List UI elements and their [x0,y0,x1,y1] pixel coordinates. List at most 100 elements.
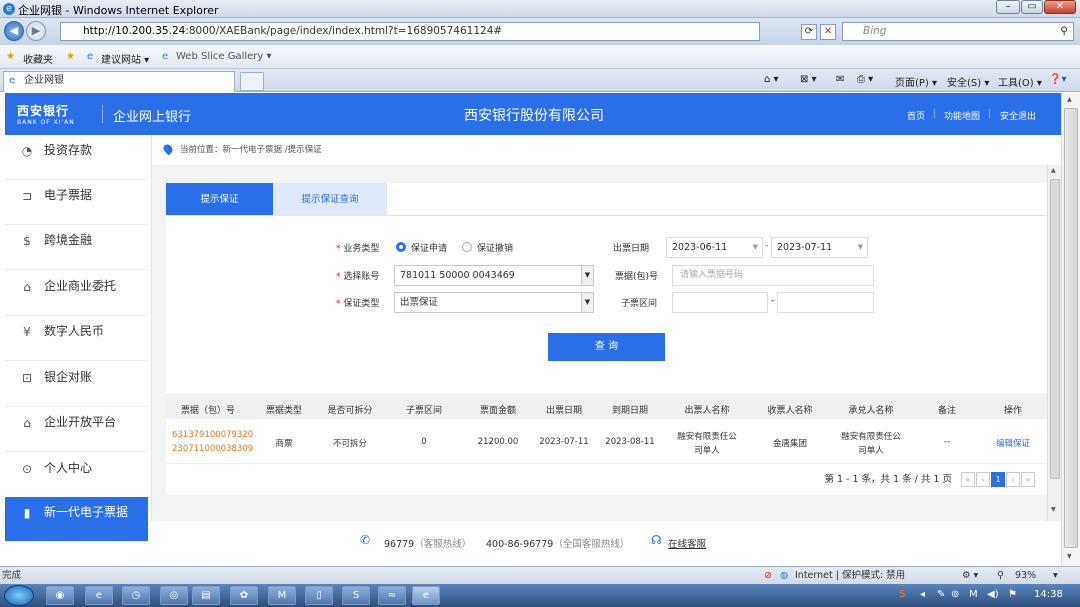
logout-link[interactable]: 安全退出 [1000,109,1036,122]
clock-icon: ◔ [21,144,33,158]
account-select[interactable]: 781011 50000 0043469 ▼ [394,265,594,286]
product-title: 企业网上银行 [113,110,192,125]
back-button[interactable]: ◀ [4,21,24,41]
url-input[interactable]: http://10.200.35.24:8000/XAEBank/page/in… [60,22,760,41]
app-icon[interactable]: ✿ [230,586,258,605]
date-from-input[interactable]: 2023-06-11 ▼ [666,237,763,258]
sidebar-item[interactable]: ⊐ 电子票据 [5,180,148,225]
ie-active-icon[interactable]: e [412,586,440,605]
tray-s-icon[interactable]: S [899,589,905,600]
next-page-button[interactable]: › [1006,472,1020,487]
tray-clock[interactable]: 14:38 [1034,589,1063,600]
add-favorite-icon[interactable]: ★ [66,51,75,62]
fav-suggested-sites[interactable]: 建议网站 ▾ [101,51,149,66]
acceptor-name: 司单人 [858,446,884,456]
home-link[interactable]: 首页 [907,109,925,122]
mail-icon[interactable]: ✉ [836,74,844,85]
chevron-down-icon[interactable]: ▾ [1053,567,1058,584]
page-menu[interactable]: 页面(P) ▾ [895,74,937,89]
home-icon[interactable]: ⌂ ▾ [764,74,779,85]
radio-guarantee-apply-label[interactable]: 保证申请 [411,241,447,254]
tray-network-icon[interactable]: ⊚ [951,589,959,600]
media-icon[interactable]: ◎ [160,586,188,605]
page-number-button[interactable]: 1 [991,472,1005,487]
stop-icon[interactable]: ✕ [820,24,836,40]
new-tab-button[interactable] [240,72,264,91]
bill-no-input[interactable]: 请输入票据号码 [672,265,874,286]
scroll-down-icon[interactable]: ▼ [1051,506,1056,513]
sidebar-item[interactable]: ▮ 新一代电子票据 [5,497,148,542]
radio-guarantee-revoke-label[interactable]: 保证撤销 [477,241,513,254]
splittable: 不可拆分 [332,439,368,449]
tray-arrow-icon[interactable]: ◂ [920,589,925,600]
search-input[interactable]: Bing ⚲ [842,22,1074,41]
query-button[interactable]: 查 询 [548,333,665,361]
ie-icon[interactable]: e [85,586,113,605]
fav-web-slice-gallery[interactable]: Web Slice Gallery ▾ [176,51,272,62]
refresh-icon[interactable]: ⟳ [801,24,817,40]
last-page-button[interactable]: » [1021,472,1035,487]
folder-icon[interactable]: ▤ [192,586,220,605]
function-map-link[interactable]: 功能地图 [944,109,980,122]
scrollbar-thumb[interactable] [1050,179,1060,479]
search-icon[interactable]: ⚲ [1060,23,1068,40]
tab-guarantee-prompt[interactable]: 提示保证 [166,183,273,216]
page-scrollbar[interactable]: ▲ ▼ [1047,165,1061,521]
tools-icon[interactable]: ⚙ ▾ [962,567,978,584]
sidebar-item[interactable]: ◔ 投资存款 [5,135,148,180]
scrollbar-thumb[interactable] [1064,108,1078,548]
safety-menu[interactable]: 安全(S) ▾ [947,74,989,89]
close-window-button[interactable]: ✕ [1044,0,1076,14]
globe-icon: ◍ [780,570,789,581]
tab-guarantee-query[interactable]: 提示保证查询 [273,183,387,216]
feeds-icon[interactable]: ⊠ ▾ [800,74,817,85]
radio-guarantee-revoke[interactable] [462,242,472,252]
sub-range-from-input[interactable] [672,292,768,313]
bank-logo[interactable]: 西安银行 BANK OF XI'AN [17,102,75,126]
sidebar-item[interactable]: ⌂ 企业开放平台 [5,407,148,452]
sidebar-item[interactable]: ⊡ 银企对账 [5,362,148,407]
browser-tab[interactable]: e 企业网银 [3,71,235,92]
browser-scrollbar[interactable]: ▲ ▼ [1061,93,1080,566]
print-icon[interactable]: ⎙ ▾ [857,74,873,85]
sidebar-item[interactable]: ¥ 数字人民币 [5,316,148,361]
help-icon[interactable]: ❓▾ [1049,74,1066,85]
zoom-level[interactable]: 93% [1015,567,1036,584]
bill-number[interactable]: 631379100079320 [172,430,253,440]
guarantee-type-select[interactable]: 出票保证 ▼ [394,292,594,313]
sidebar-item[interactable]: ⌂ 企业商业委托 [5,271,148,316]
scroll-up-icon[interactable]: ▲ [1067,96,1072,103]
online-service-link[interactable]: 在线客服 [668,536,706,550]
edit-guarantee-link[interactable]: 编辑保证 [996,437,1030,449]
tray-pen-icon[interactable]: ✎ [937,589,945,600]
app-icon[interactable]: ≈ [378,586,406,605]
tools-menu[interactable]: 工具(O) ▾ [998,74,1042,89]
tray-flag-icon[interactable]: ⚑ [1008,589,1017,600]
bill-number[interactable]: 230711000038309 [172,444,253,454]
start-button[interactable] [4,585,34,606]
prev-page-button[interactable]: ‹ [976,472,990,487]
date-to-input[interactable]: 2023-07-11 ▼ [771,237,868,258]
sidebar-item-label: 数字人民币 [44,324,105,338]
sub-range-to-input[interactable] [777,292,874,313]
chrome-icon[interactable]: ◉ [46,586,74,605]
clock-app-icon[interactable]: ◷ [122,586,150,605]
tray-volume-icon[interactable]: ◀) [987,589,999,600]
favorites-button[interactable]: 收藏夹 [23,51,53,66]
tray-m-icon[interactable]: M [969,589,978,600]
scroll-up-icon[interactable]: ▲ [1051,167,1056,174]
radio-guarantee-apply[interactable] [396,242,406,252]
maximize-button[interactable]: ▭ [1021,0,1043,14]
forward-button[interactable]: ▶ [26,21,46,41]
sidebar-item[interactable]: $ 跨境金融 [5,225,148,270]
document-icon[interactable]: ▯ [305,586,333,605]
minimize-button[interactable]: – [996,0,1020,14]
mail-app-icon[interactable]: M [268,586,296,605]
ie-page-icon: e [162,51,169,62]
sidebar-item[interactable]: ⊙ 个人中心 [5,453,148,498]
scroll-down-icon[interactable]: ▼ [1067,553,1072,560]
taskbar: ◉ e ◷ ◎ ▤ ✿ M ▯ S ≈ e S ◂ ✎ ⊚ M ◀) ⚑ 14:… [0,584,1080,607]
spreadsheet-icon[interactable]: S [342,586,370,605]
first-page-button[interactable]: « [961,472,975,487]
window-title-bar: e 企业网银 - Windows Internet Explorer – ▭ ✕ [0,0,1080,18]
